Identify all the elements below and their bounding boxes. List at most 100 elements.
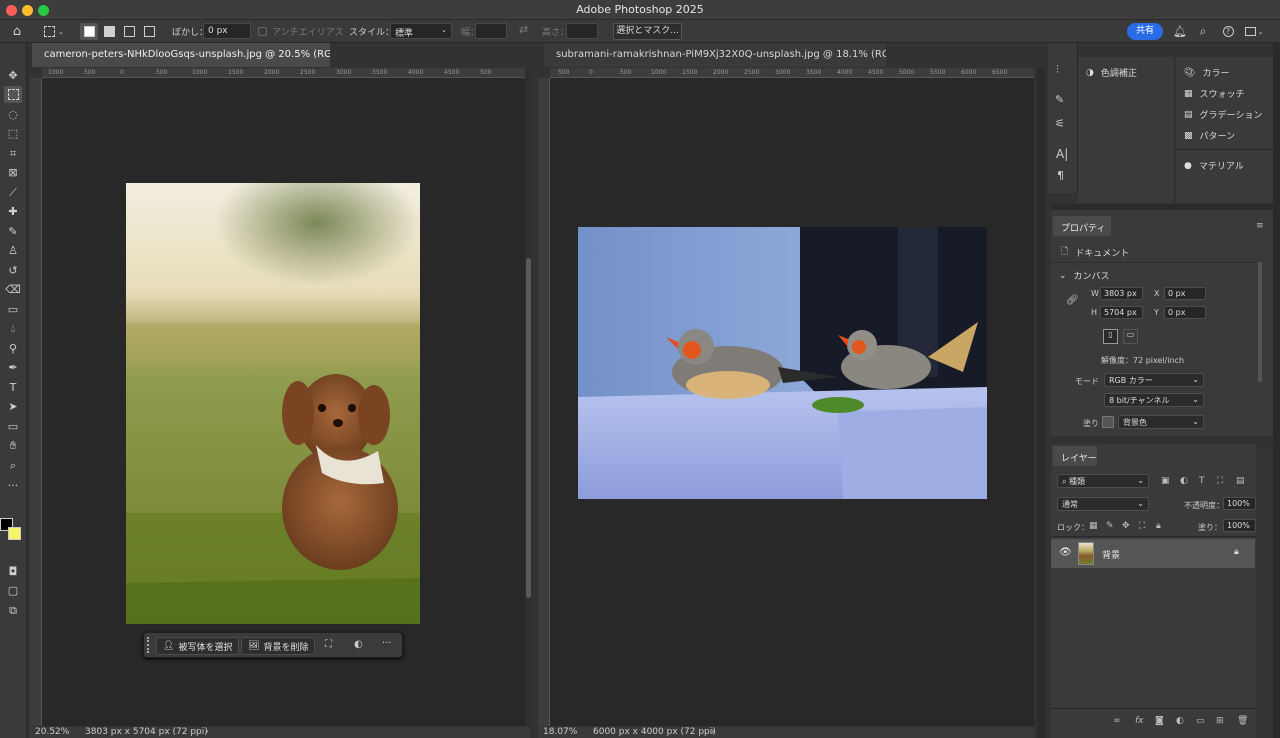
canvas-y-input[interactable]: 0 px (1164, 306, 1206, 319)
lock-position-icon[interactable]: ✥ (1122, 521, 1130, 531)
tab-document-1[interactable]: cameron-peters-NHkDlooGsqs-unsplash.jpg … (32, 43, 330, 67)
select-subject-button[interactable]: 👤︎ 被写体を選択 (156, 637, 240, 655)
drag-handle[interactable] (147, 637, 150, 653)
blur-tool-icon[interactable]: 💧︎ (4, 320, 22, 337)
canvas-section-header[interactable]: ⌄ カンバス (1059, 269, 1110, 283)
adjustments-tab[interactable]: ◑ 色調補正 (1086, 66, 1137, 80)
layer-row-background[interactable]: 👁︎ 背景 🔒︎ (1051, 539, 1255, 568)
layers-tab[interactable]: レイヤー (1053, 446, 1097, 466)
adjust-sliders-icon[interactable]: ⚟ (1055, 117, 1065, 130)
hand-tool-icon[interactable]: ✋︎ (4, 437, 22, 454)
quick-mask-icon[interactable]: ◘ (4, 563, 22, 580)
type-tool-icon[interactable]: T (4, 379, 22, 396)
vertical-scrollbar-1[interactable] (525, 68, 532, 726)
chevron-right-icon[interactable]: › (205, 727, 209, 737)
properties-scrollbar[interactable] (1258, 262, 1262, 382)
chevron-right-icon[interactable]: › (711, 727, 715, 737)
pen-tool-icon[interactable]: ✒ (4, 359, 22, 376)
brush-settings-icon[interactable]: ✎ (1055, 93, 1064, 106)
new-adjustment-icon[interactable]: ◐ (1176, 716, 1184, 726)
rectangle-tool-icon[interactable]: ▭ (4, 418, 22, 435)
width-input[interactable] (475, 23, 507, 39)
move-tool-icon[interactable]: ✥ (4, 67, 22, 84)
lock-artboard-icon[interactable]: ⛶ (1139, 521, 1145, 531)
canvas-x-input[interactable]: 0 px (1164, 287, 1206, 300)
history-brush-tool-icon[interactable]: ↺ (4, 262, 22, 279)
share-image-icon[interactable]: ⧉ (4, 602, 22, 619)
background-color-swatch[interactable] (8, 527, 21, 540)
filter-pixel-icon[interactable]: ▣ (1161, 476, 1170, 486)
lock-image-icon[interactable]: ✎ (1106, 521, 1114, 531)
bell-icon[interactable]: 🔔︎ (1172, 23, 1188, 40)
character-icon[interactable]: A| (1056, 147, 1068, 161)
filter-shape-icon[interactable]: ⛶ (1217, 476, 1223, 486)
screen-mode-icon[interactable]: ▢ (4, 582, 22, 599)
marquee-tool-icon[interactable] (4, 86, 22, 103)
zoom-level[interactable]: 18.07% (543, 727, 577, 737)
eyedropper-tool-icon[interactable]: ⟋ (4, 184, 22, 201)
dodge-tool-icon[interactable]: ⚲ (4, 340, 22, 357)
workspace-icon[interactable]: ⌄ (1243, 23, 1265, 40)
more-tools-icon[interactable]: ··· (4, 477, 22, 494)
filter-type-icon[interactable]: T (1199, 476, 1205, 486)
fill-select[interactable]: 背景色 ⌄ (1118, 415, 1204, 429)
layer-filter-select[interactable]: ⌕ 種類 ⌄ (1057, 474, 1149, 488)
home-icon[interactable]: ⌂ (8, 23, 26, 40)
path-selection-tool-icon[interactable]: ➤ (4, 398, 22, 415)
height-input[interactable] (566, 23, 598, 39)
layer-style-icon[interactable]: fx (1135, 716, 1144, 726)
help-icon[interactable]: ? (1220, 23, 1236, 40)
scroll-thumb[interactable] (526, 258, 531, 598)
adjustment-icon[interactable]: ◐ (354, 639, 363, 650)
document-size[interactable]: 3803 px x 5704 px (72 ppi) (85, 727, 208, 737)
more-options-icon[interactable]: ··· (382, 638, 392, 649)
clone-stamp-tool-icon[interactable]: ♙ (4, 242, 22, 259)
new-layer-icon[interactable]: ⊞ (1216, 716, 1224, 726)
swatches-tab[interactable]: ▦ スウォッチ (1184, 87, 1245, 101)
lasso-tool-icon[interactable]: ◌ (4, 106, 22, 123)
feather-input[interactable]: 0 px (203, 23, 251, 39)
share-button[interactable]: 共有 (1127, 23, 1163, 40)
marquee-preset-dropdown[interactable]: ⌄ (40, 23, 68, 40)
blend-mode-select[interactable]: 通常 ⌄ (1057, 497, 1149, 511)
lock-transparency-icon[interactable]: ▦ (1089, 521, 1098, 531)
crop-tool-icon[interactable]: ⌗ (4, 145, 22, 162)
new-selection-button[interactable] (80, 23, 98, 40)
link-dimensions-icon[interactable]: 🔗︎ (1066, 295, 1079, 306)
brush-tool-icon[interactable]: ✎ (4, 223, 22, 240)
zoom-tool-icon[interactable]: ⌕ (4, 457, 22, 474)
subtract-selection-button[interactable] (120, 23, 138, 40)
tab-document-2[interactable]: subramani-ramakrishnan-PiM9Xj32X0Q-unspl… (544, 43, 886, 67)
color-tab[interactable]: 🎨︎ カラー (1184, 66, 1229, 80)
add-selection-button[interactable] (100, 23, 118, 40)
canvas-width-input[interactable]: 3803 px (1100, 287, 1143, 300)
delete-layer-icon[interactable]: 🗑︎ (1237, 716, 1248, 726)
fill-input[interactable]: 100% (1223, 519, 1256, 532)
remove-background-button[interactable]: 🖼︎ 背景を削除 (241, 637, 316, 655)
portrait-orientation-icon[interactable]: ▯ (1103, 329, 1118, 344)
add-mask-icon[interactable]: ◙ (1155, 716, 1164, 726)
layer-name[interactable]: 背景 (1102, 548, 1120, 561)
filter-smart-object-icon[interactable]: ▤ (1236, 476, 1245, 486)
link-layers-icon[interactable]: ∞ (1113, 716, 1121, 726)
transform-icon[interactable]: ⛶ (325, 639, 332, 650)
search-icon[interactable]: ⌕ (1195, 23, 1211, 40)
bit-depth-select[interactable]: 8 bit/チャンネル ⌄ (1104, 393, 1204, 407)
materials-tab[interactable]: ● マテリアル (1184, 159, 1244, 173)
opacity-input[interactable]: 100% (1223, 497, 1256, 510)
paragraph-icon[interactable]: ¶ (1057, 169, 1064, 182)
color-mode-select[interactable]: RGB カラー ⌄ (1104, 373, 1204, 387)
filter-adjustment-icon[interactable]: ◐ (1180, 476, 1188, 486)
history-icon[interactable]: ⫶ (1056, 63, 1059, 77)
healing-brush-tool-icon[interactable]: ✚ (4, 203, 22, 220)
gradient-tool-icon[interactable]: ▭ (4, 301, 22, 318)
antialias-checkbox[interactable] (258, 27, 267, 36)
eraser-tool-icon[interactable]: ⌫ (4, 281, 22, 298)
zoom-level[interactable]: 20.52% (35, 727, 69, 737)
object-selection-tool-icon[interactable]: ⬚ (4, 125, 22, 142)
properties-tab[interactable]: プロパティ (1053, 216, 1111, 236)
canvas-height-input[interactable]: 5704 px (1100, 306, 1143, 319)
fill-swatch[interactable] (1102, 416, 1114, 428)
frame-tool-icon[interactable]: ⊠ (4, 164, 22, 181)
eye-icon[interactable]: 👁︎ (1059, 547, 1072, 558)
